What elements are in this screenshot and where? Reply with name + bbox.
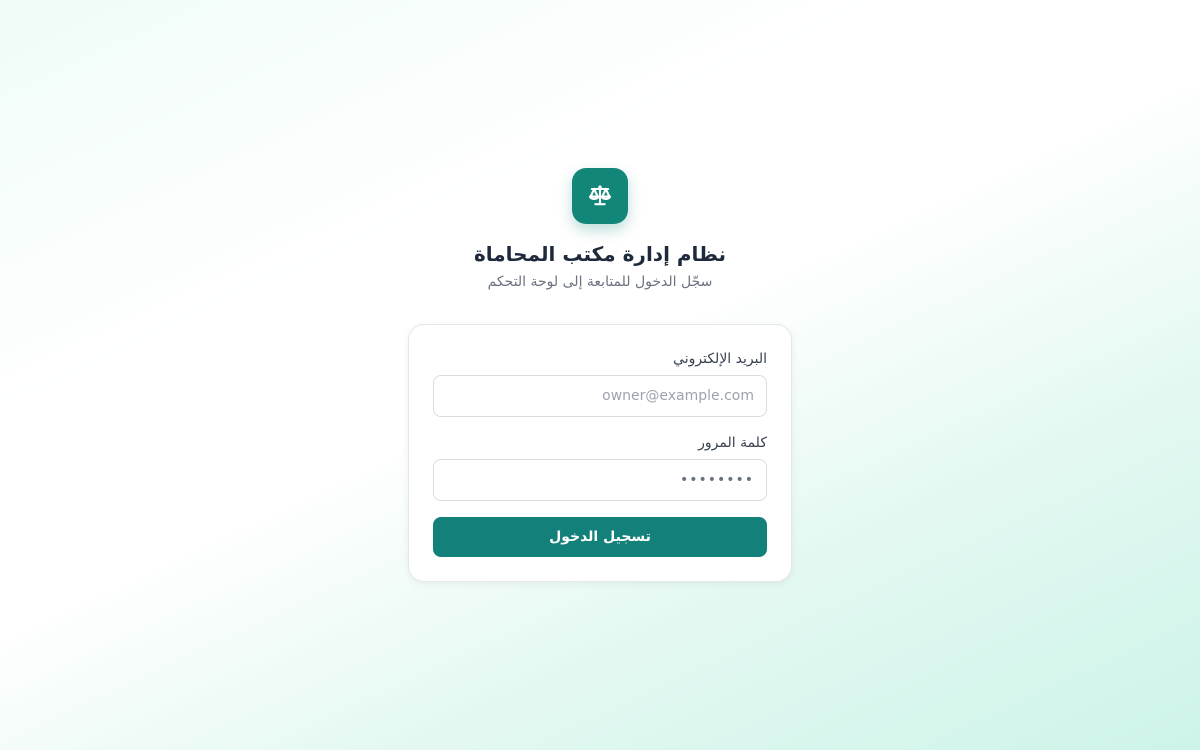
email-label: البريد الإلكتروني [673,351,767,367]
email-input[interactable] [433,375,767,417]
app-logo [572,168,628,224]
page-subtitle: سجّل الدخول للمتابعة إلى لوحة التحكم [487,274,713,290]
scale-of-justice-icon [589,185,611,206]
login-button[interactable]: تسجيل الدخول [433,517,767,557]
login-card: البريد الإلكتروني كلمة المرور تسجيل الدخ… [408,324,792,582]
password-input[interactable] [433,459,767,501]
page-title: نظام إدارة مكتب المحاماة [473,242,727,266]
password-label: كلمة المرور [698,435,767,451]
